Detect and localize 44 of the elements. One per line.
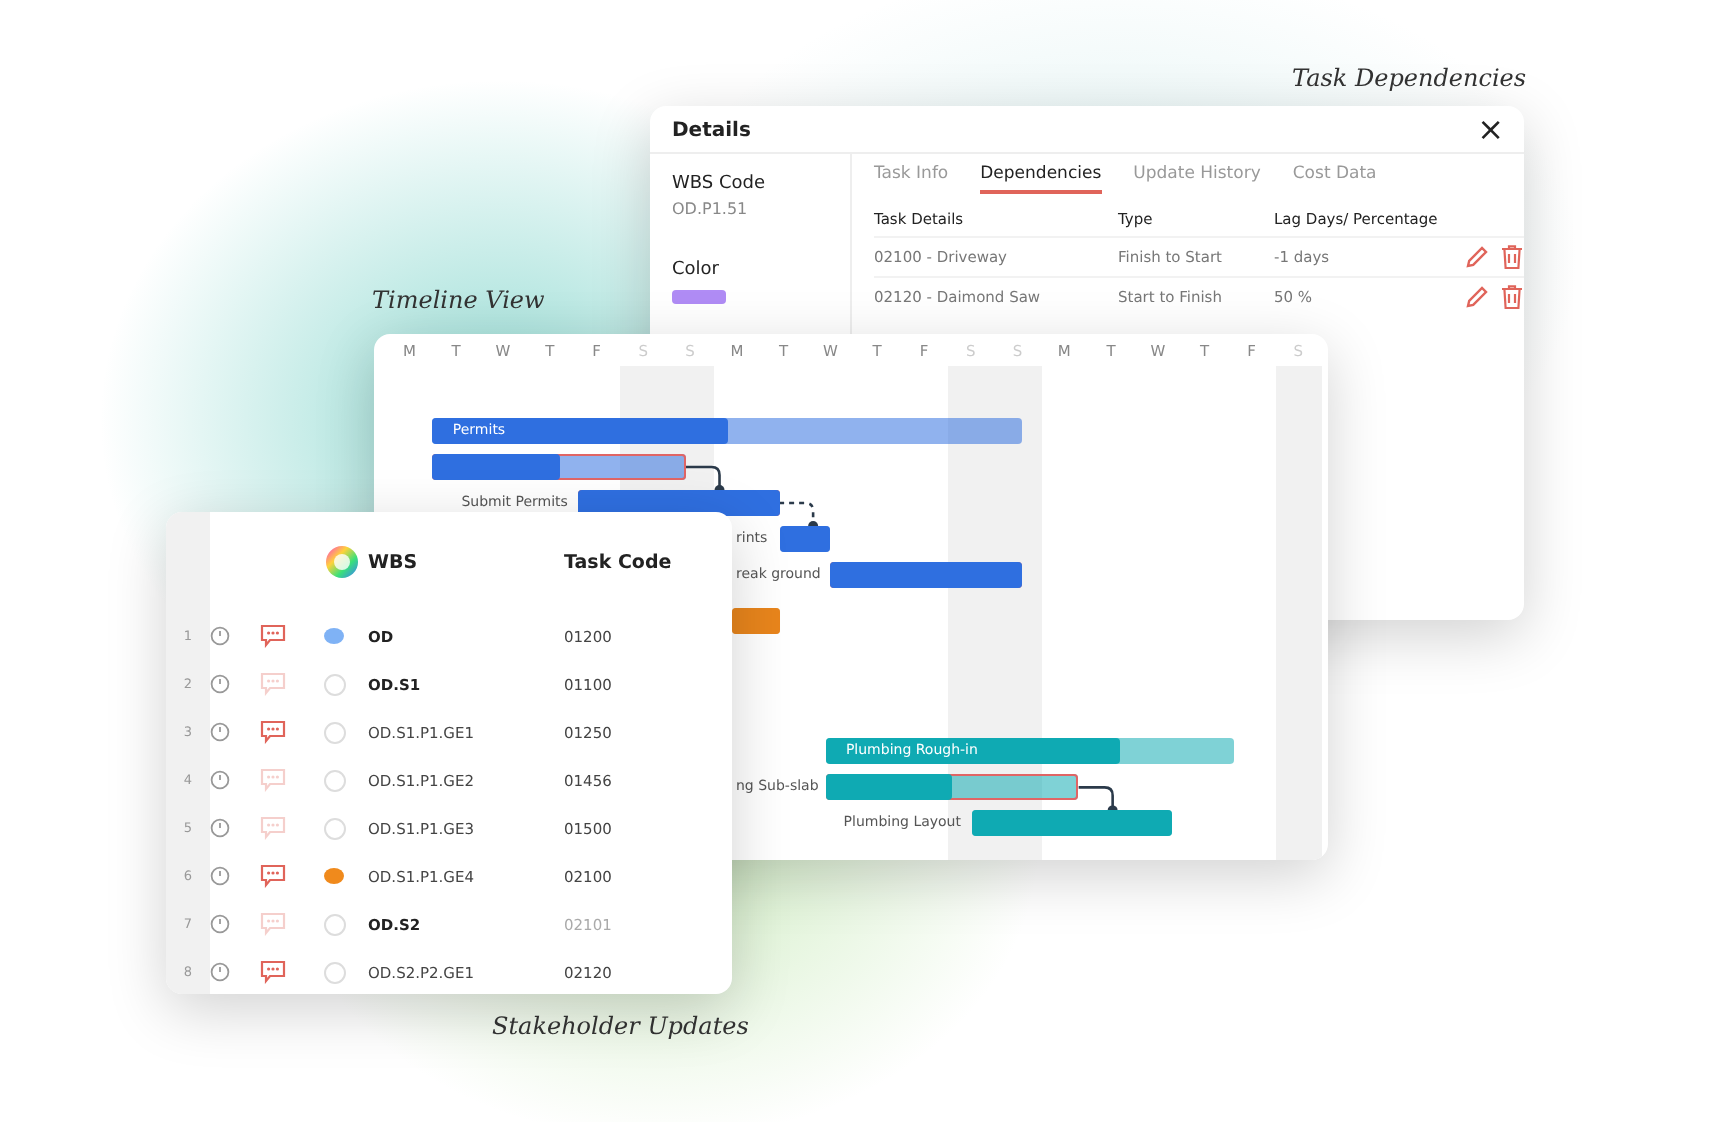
clock-icon[interactable] bbox=[210, 962, 230, 982]
color-dot[interactable] bbox=[324, 961, 346, 983]
edit-icon[interactable] bbox=[1464, 284, 1490, 310]
color-dot[interactable] bbox=[324, 913, 346, 935]
tab[interactable]: Update History bbox=[1133, 162, 1261, 194]
delete-icon[interactable] bbox=[1500, 284, 1524, 310]
field-label: Color bbox=[672, 260, 721, 280]
clock-icon[interactable] bbox=[210, 866, 230, 886]
close-button[interactable]: × bbox=[1477, 116, 1504, 144]
panel-title: Details bbox=[672, 119, 751, 141]
delete-icon[interactable] bbox=[1500, 244, 1524, 270]
edit-icon[interactable] bbox=[1464, 244, 1490, 270]
clock-icon[interactable] bbox=[210, 722, 230, 742]
color-dot[interactable] bbox=[324, 769, 346, 791]
task-bar[interactable] bbox=[971, 810, 1173, 837]
comment-icon[interactable] bbox=[260, 960, 286, 984]
task-bar[interactable] bbox=[779, 526, 831, 552]
task-bar[interactable] bbox=[732, 608, 780, 635]
clock-icon[interactable] bbox=[210, 818, 230, 838]
clock-icon[interactable] bbox=[210, 914, 230, 934]
color-wheel-icon bbox=[326, 546, 358, 578]
task-bar[interactable] bbox=[432, 454, 686, 480]
color-dot[interactable] bbox=[324, 817, 346, 839]
comment-icon[interactable] bbox=[260, 720, 286, 744]
column-header: Task Code bbox=[564, 551, 672, 573]
color-dot[interactable] bbox=[324, 868, 344, 884]
clock-icon[interactable] bbox=[210, 770, 230, 790]
color-dot[interactable] bbox=[324, 628, 344, 644]
color-dot[interactable] bbox=[324, 721, 346, 743]
caption: Task Dependencies bbox=[1292, 64, 1527, 92]
clock-icon[interactable] bbox=[210, 674, 230, 694]
tab[interactable]: Cost Data bbox=[1292, 162, 1377, 194]
comment-icon[interactable] bbox=[260, 624, 286, 648]
caption: Timeline View bbox=[372, 286, 545, 314]
field-label: WBS Code bbox=[672, 174, 768, 194]
tab[interactable]: Task Info bbox=[874, 162, 949, 194]
task-bar[interactable] bbox=[825, 774, 1079, 801]
caption: Stakeholder Updates bbox=[492, 1012, 749, 1040]
clock-icon[interactable] bbox=[210, 626, 230, 646]
color-dot[interactable] bbox=[324, 673, 346, 695]
tab[interactable]: Dependencies bbox=[980, 162, 1102, 194]
field-value: OD.P1.51 bbox=[672, 200, 750, 218]
comment-icon[interactable] bbox=[260, 864, 286, 888]
column-header: WBS bbox=[368, 551, 418, 573]
